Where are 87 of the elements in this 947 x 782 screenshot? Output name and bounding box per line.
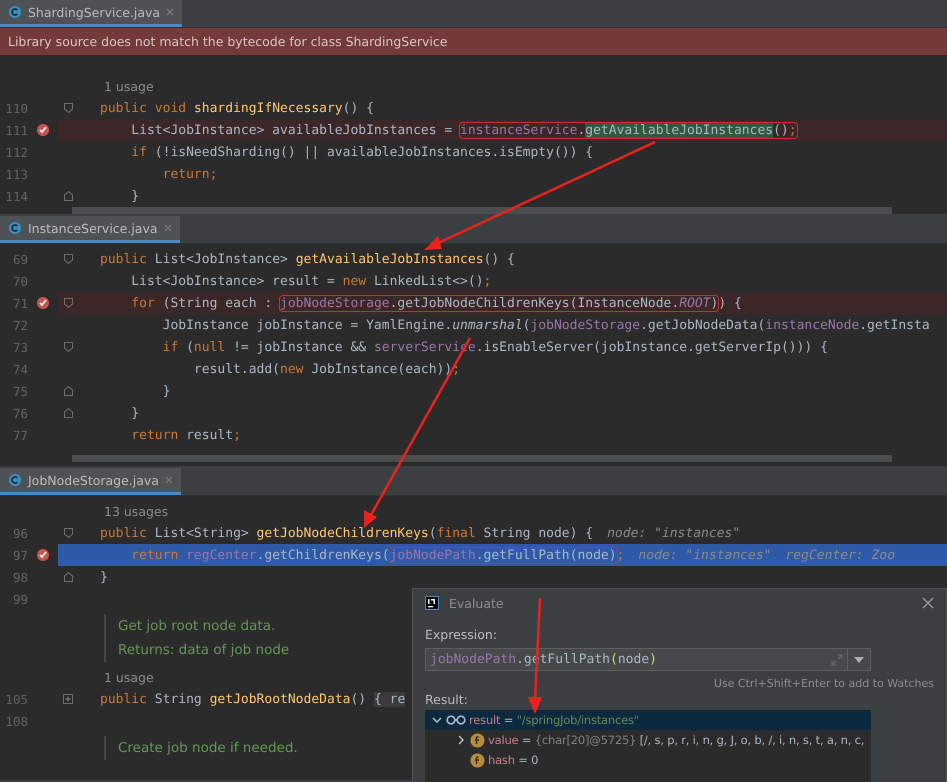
line-number: 113 (4, 166, 28, 182)
breakpoint-icon[interactable] (36, 123, 50, 137)
code-text: return result; (130, 428, 241, 442)
scrollbar[interactable] (72, 455, 892, 462)
usage-hint[interactable]: 1 usage (104, 670, 154, 684)
fold-icon[interactable] (64, 254, 72, 264)
code-text: public void shardingIfNecessary() { (100, 100, 374, 116)
fold-icon[interactable] (64, 408, 72, 418)
breakpoint-icon[interactable] (36, 548, 50, 562)
inline-debug-value: regCenter: Zoo (785, 548, 896, 562)
line-number: 105 (4, 692, 28, 706)
code-text: List<JobInstance> result = new LinkedList<>(); (130, 274, 492, 288)
line-number: 72 (12, 318, 28, 332)
code-text: for (String each : (130, 296, 274, 310)
fold-icon[interactable] (64, 103, 72, 113)
line-number: 69 (12, 252, 28, 266)
highlighted-code: jobNodeStorage.getJobNodeChildrenKeys(InstanceNode.ROOT) (280, 296, 718, 310)
line-number: 111 (4, 122, 28, 138)
close-icon[interactable] (166, 8, 174, 16)
scrollbar[interactable] (72, 207, 892, 214)
inline-debug-value: node: "instances" (638, 548, 772, 562)
line-number: 112 (4, 144, 28, 160)
expand-icon[interactable] (63, 694, 73, 704)
close-icon[interactable] (164, 476, 173, 484)
line-number: 70 (12, 274, 28, 288)
line-number: 99 (12, 592, 28, 606)
inline-debug-value: node: "instances" (607, 526, 740, 540)
fold-icon[interactable] (64, 386, 72, 396)
fold-icon[interactable] (64, 298, 72, 308)
line-number: 97 (12, 548, 28, 562)
fold-icon[interactable] (64, 528, 72, 538)
usage-hint[interactable]: 1 usage (104, 78, 154, 94)
line-number: 98 (12, 570, 28, 584)
chevron-down-icon[interactable] (432, 716, 442, 724)
breakpoint-icon[interactable] (36, 296, 50, 310)
warning-banner: Library source does not match the bytecode for class ShardingService (0, 28, 947, 55)
line-number: 96 (12, 526, 28, 540)
highlighted-code: instanceService.getAvailableJobInstances(); (460, 122, 797, 138)
code-text: return; (162, 166, 218, 182)
line-number: 71 (12, 296, 28, 310)
code-text: return regCenter.getChildrenKeys( (130, 548, 390, 562)
class-file-icon (8, 221, 22, 235)
fold-icon[interactable] (64, 191, 72, 201)
code-text: } (162, 384, 170, 398)
app-logo-icon (425, 596, 439, 610)
code-text: public List<String> getJobNodeChildrenKeys(final String node) { (100, 526, 594, 540)
fold-icon[interactable] (64, 572, 72, 582)
class-file-icon (8, 473, 22, 487)
code-text: result.add(new JobInstance(each)); (192, 362, 460, 376)
editor-tab[interactable]: ShardingService.java (0, 0, 182, 27)
field-icon (470, 752, 485, 768)
chevron-right-icon[interactable] (458, 735, 464, 745)
code-text: } (130, 406, 140, 420)
history-dropdown-button[interactable] (848, 648, 871, 671)
line-number: 75 (12, 384, 28, 398)
glasses-icon (446, 715, 466, 725)
code-text: } (130, 188, 140, 204)
code-text: List<JobInstance> availableJobInstances = (130, 122, 454, 138)
line-number: 73 (12, 340, 28, 354)
close-icon[interactable] (922, 597, 934, 609)
code-text: if (!isNeedSharding() || availableJobInstances.isEmpty()) { (130, 144, 594, 160)
code-text: public String getJobRootNodeData() { re (100, 692, 406, 706)
editor-tab[interactable]: InstanceService.java (0, 216, 180, 243)
code-text: JobInstance jobInstance = YamlEngine.unmarshal(jobNodeStorage.getJobNodeData(instanceNode.getInsta (162, 318, 930, 332)
field-label: Result: (425, 692, 468, 707)
field-icon (470, 732, 485, 748)
code-text: } (100, 570, 108, 584)
fold-icon[interactable] (64, 342, 72, 352)
dialog-title: Evaluate (449, 596, 504, 610)
close-icon[interactable] (164, 224, 172, 232)
line-number: 76 (12, 406, 28, 420)
class-file-icon (8, 5, 22, 19)
caret-icon (854, 656, 864, 662)
line-number: 74 (12, 362, 28, 376)
tree-row[interactable]: result = "/springJob/instances" (425, 710, 871, 730)
line-number: 114 (4, 188, 28, 204)
code-text: ; (616, 548, 624, 562)
code-text: ) { (718, 296, 742, 310)
line-number: 108 (4, 714, 28, 728)
editor-tab[interactable]: JobNodeStorage.java (0, 468, 181, 495)
usage-hint[interactable]: 13 usages (104, 504, 168, 518)
shortcut-hint: Use Ctrl+Shift+Enter to add to Watches (714, 677, 934, 690)
line-number: 110 (4, 100, 28, 116)
highlighted-code: jobNodePath.getFullPath(node) (390, 548, 617, 562)
field-label: Expression: (425, 627, 498, 642)
code-text: public List<JobInstance> getAvailableJobInstances() { (100, 252, 515, 266)
line-number: 77 (12, 428, 28, 442)
